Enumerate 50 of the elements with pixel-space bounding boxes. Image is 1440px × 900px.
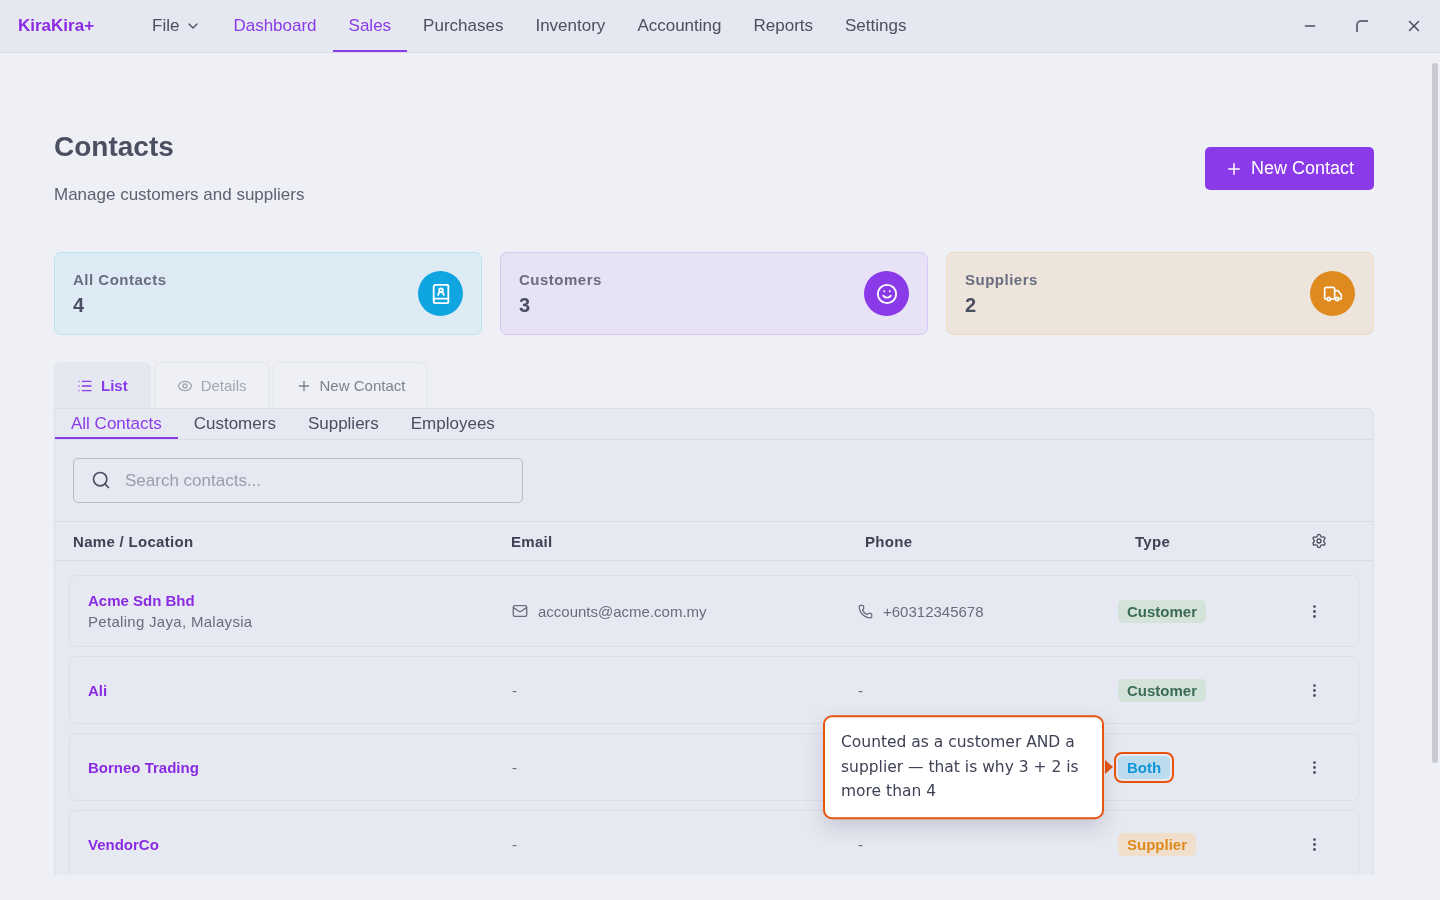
filter-tab[interactable]: Suppliers [291, 409, 395, 439]
page-title: Contacts [54, 131, 175, 163]
nav-tab[interactable]: Reports [737, 0, 830, 52]
stat-value: 3 [519, 294, 532, 317]
filter-tab[interactable]: All Contacts [55, 409, 178, 439]
settings-icon[interactable] [1311, 533, 1327, 549]
email-text: - [512, 835, 517, 853]
phone-text: - [858, 681, 863, 699]
callout: Counted as a customer AND a supplier — that is why 3 + 2 is more than 4 [823, 715, 1104, 819]
mail-icon [512, 603, 528, 619]
column-header: Type [1135, 532, 1172, 550]
column-header: Phone [865, 532, 914, 550]
phone-icon [858, 603, 873, 619]
menu-dropdown[interactable]: File [136, 0, 218, 52]
stat-value: 4 [73, 294, 86, 317]
nav-tab[interactable]: Inventory [519, 0, 622, 52]
stat-label: Customers [519, 271, 602, 288]
app-logo[interactable]: KiraKira+ [18, 0, 136, 52]
contact-name[interactable]: Borneo Trading [88, 758, 512, 776]
contact-name[interactable]: Acme Sdn Bhd [88, 592, 512, 609]
contact-name[interactable]: VendorCo [88, 835, 512, 853]
contact-location: Petaling Jaya, Malaysia [88, 613, 254, 630]
contact-row[interactable]: Acme Sdn Bhd Petaling Jaya, Malaysia accounts@acme.com.my +60312345678 Customer [69, 575, 1359, 647]
search-icon [91, 470, 111, 490]
nav-tab[interactable]: Purchases [407, 0, 520, 52]
new-contact-button[interactable]: New Contact [1204, 147, 1374, 190]
email-text: - [512, 758, 517, 776]
page-subtitle: Manage customers and suppliers [54, 185, 305, 205]
type-badge: Both [1114, 751, 1175, 783]
stat-value: 2 [965, 294, 978, 317]
stat-label: All Contacts [73, 271, 167, 288]
column-header: Name / Location [73, 532, 195, 550]
restore-icon[interactable] [1355, 19, 1369, 33]
contact-name[interactable]: Ali [88, 681, 512, 699]
view-tab[interactable]: List [54, 362, 151, 408]
search-field[interactable]: Search contacts... [73, 458, 523, 503]
nav-tab[interactable]: Dashboard [217, 0, 333, 52]
nav-tab[interactable]: Accounting [621, 0, 738, 52]
smile-icon [875, 282, 898, 305]
view-tab[interactable]: New Contact [272, 362, 429, 408]
stat-label: Suppliers [965, 271, 1038, 288]
column-header: Email [511, 532, 554, 550]
filter-tab[interactable]: Customers [177, 409, 292, 439]
phone-text: +60312345678 [883, 602, 984, 620]
phone-text: - [858, 835, 863, 853]
email-text: accounts@acme.com.my [538, 602, 707, 620]
nav-tab[interactable]: Settings [829, 0, 923, 52]
nav-tab[interactable]: Sales [332, 0, 408, 52]
filter-tab[interactable]: Employees [394, 409, 511, 439]
email-text: - [512, 681, 517, 699]
